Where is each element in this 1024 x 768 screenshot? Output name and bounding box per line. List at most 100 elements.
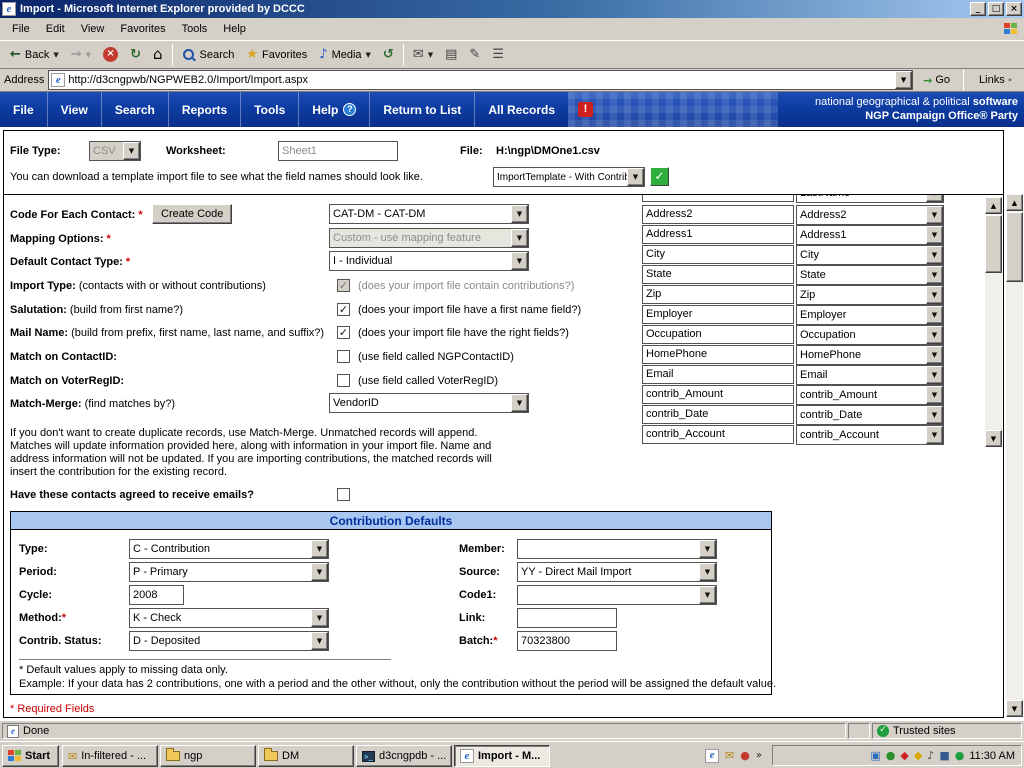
chevron-down-icon[interactable]: ▼ — [926, 286, 943, 304]
chevron-down-icon[interactable]: ▼ — [926, 346, 943, 364]
stop-button[interactable]: × — [97, 42, 124, 67]
chevron-down-icon[interactable]: ▼ — [926, 306, 943, 324]
taskbar-button-in-filtered[interactable]: ✉ In-filtered - ... — [62, 745, 158, 767]
chevron-down-icon[interactable]: ▼ — [926, 366, 943, 384]
scroll-up-icon[interactable]: ▲ — [985, 197, 1002, 214]
search-button[interactable]: Search — [176, 42, 241, 67]
taskbar-button-d3cngpdb[interactable]: >_ d3cngpdb - ... — [356, 745, 452, 767]
scrollbar-thumb[interactable] — [1006, 212, 1023, 282]
emails-checkbox[interactable] — [337, 488, 350, 501]
source-select[interactable]: YY - Direct Mail Import▼ — [517, 562, 717, 582]
chevron-down-icon[interactable]: ▼ — [926, 226, 943, 244]
security-icon[interactable]: ● — [955, 750, 965, 761]
mapping-source-field[interactable]: Zip — [642, 285, 794, 304]
cycle-input[interactable] — [129, 585, 184, 605]
chevron-down-icon[interactable]: ▼ — [627, 168, 644, 186]
worksheet-input[interactable] — [278, 141, 398, 161]
refresh-button[interactable]: ↻ — [124, 42, 147, 67]
network-icon[interactable]: ▣ — [870, 750, 880, 761]
mapping-target-select[interactable]: Email▼ — [796, 365, 944, 385]
chevron-down-icon[interactable]: ▼ — [366, 51, 371, 59]
mapping-source-field[interactable]: State — [642, 265, 794, 284]
chevron-down-icon[interactable]: ▼ — [926, 386, 943, 404]
edit-button[interactable]: ✎ — [463, 42, 486, 67]
chevron-down-icon[interactable]: ▼ — [699, 586, 716, 604]
chevron-down-icon[interactable]: ▼ — [86, 51, 91, 59]
back-button[interactable]: ← Back ▼ — [4, 42, 65, 67]
contrib-status-select[interactable]: D - Deposited▼ — [129, 631, 329, 651]
scroll-up-icon[interactable]: ▲ — [1006, 194, 1023, 211]
menu-favorites[interactable]: Favorites — [112, 21, 173, 37]
contact-type-select[interactable]: I - Individual▼ — [329, 251, 529, 271]
nav-search[interactable]: Search — [102, 92, 169, 127]
menu-help[interactable]: Help — [215, 21, 254, 37]
mapping-source-field[interactable]: contrib_Account — [642, 425, 794, 444]
voterregid-checkbox[interactable] — [337, 374, 350, 387]
contributions-checkbox[interactable]: ✓ — [337, 279, 350, 292]
favorites-button[interactable]: ★ Favorites — [240, 42, 313, 67]
red-status-icon[interactable]: ● — [740, 750, 750, 761]
start-button[interactable]: Start — [2, 745, 59, 767]
antivirus-icon[interactable]: ◆ — [900, 750, 908, 761]
mapping-target-select[interactable]: HomePhone▼ — [796, 345, 944, 365]
forward-button[interactable]: → ▼ — [65, 42, 97, 67]
nav-reports[interactable]: Reports — [169, 92, 241, 127]
menu-view[interactable]: View — [73, 21, 113, 37]
mapping-target-select[interactable]: LastName▼ — [796, 195, 944, 203]
mapping-source-field[interactable]: Occupation — [642, 325, 794, 344]
method-select[interactable]: K - Check▼ — [129, 608, 329, 628]
mapping-target-select[interactable]: contrib_Account▼ — [796, 425, 944, 445]
mapping-target-select[interactable]: State▼ — [796, 265, 944, 285]
chevron-down-icon[interactable]: ▼ — [926, 406, 943, 424]
chevron-down-icon[interactable]: ▼ — [511, 252, 528, 270]
mapping-target-select[interactable]: Address2▼ — [796, 205, 944, 225]
mapping-source-field[interactable]: City — [642, 245, 794, 264]
mapping-source-field[interactable]: Employer — [642, 305, 794, 324]
period-select[interactable]: P - Primary▼ — [129, 562, 329, 582]
minimize-button[interactable]: _ — [970, 2, 986, 16]
print-button[interactable]: ▤ — [439, 42, 463, 67]
go-button[interactable]: → Go — [917, 69, 956, 91]
chevron-down-icon[interactable]: ▼ — [511, 205, 528, 223]
chevron-down-icon[interactable]: ▼ — [311, 563, 328, 581]
nav-file[interactable]: File — [0, 92, 48, 127]
discuss-button[interactable]: ☰ — [486, 42, 510, 67]
nav-help[interactable]: Help ? — [299, 92, 370, 127]
chevron-down-icon[interactable]: ▼ — [311, 540, 328, 558]
mapping-target-select[interactable]: Occupation▼ — [796, 325, 944, 345]
address-input[interactable]: e http://d3cngpwb/NGPWEB2.0/Import/Impor… — [48, 70, 913, 90]
maximize-button[interactable]: □ — [988, 2, 1004, 16]
mapping-source-field[interactable]: contrib_Amount — [642, 385, 794, 404]
chevron-down-icon[interactable]: ▼ — [926, 426, 943, 444]
chevron-down-icon[interactable]: ▼ — [926, 266, 943, 284]
mail-button[interactable]: ✉ ▼ — [407, 42, 439, 67]
chevron-down-icon[interactable]: ▼ — [53, 51, 58, 59]
nav-view[interactable]: View — [48, 92, 102, 127]
mailname-checkbox[interactable]: ✓ — [337, 326, 350, 339]
taskbar-button-dm[interactable]: DM — [258, 745, 354, 767]
chevron-down-icon[interactable]: ▼ — [926, 326, 943, 344]
scroll-down-icon[interactable]: ▼ — [1006, 700, 1023, 717]
taskbar-button-import[interactable]: e Import - M... — [454, 745, 550, 767]
matchmerge-select[interactable]: VendorID▼ — [329, 393, 529, 413]
chevron-down-icon[interactable]: ▼ — [511, 229, 528, 247]
page-scrollbar[interactable]: ▲ ▼ — [1006, 194, 1023, 717]
chevron-down-icon[interactable]: ▼ — [926, 246, 943, 264]
import-template-select[interactable]: ImportTemplate - With Contributions▼ — [493, 167, 645, 187]
home-button[interactable]: ⌂ — [147, 42, 169, 67]
chevron-down-icon[interactable]: ▼ — [699, 563, 716, 581]
scrollbar-thumb[interactable] — [985, 215, 1002, 273]
chevron-down-icon[interactable]: ▼ — [428, 51, 433, 59]
menu-file[interactable]: File — [4, 21, 38, 37]
address-dropdown-icon[interactable]: ▼ — [895, 71, 912, 89]
member-select[interactable]: ▼ — [517, 539, 717, 559]
chevron-down-icon[interactable]: ▼ — [311, 632, 328, 650]
salutation-checkbox[interactable]: ✓ — [337, 303, 350, 316]
close-button[interactable]: × — [1006, 2, 1022, 16]
create-code-button[interactable]: Create Code — [152, 204, 232, 224]
taskbar-button-ngp[interactable]: ngp — [160, 745, 256, 767]
link-input[interactable] — [517, 608, 617, 628]
mapping-target-select[interactable]: Zip▼ — [796, 285, 944, 305]
mapping-options-select[interactable]: Custom - use mapping feature▼ — [329, 228, 529, 248]
scroll-down-icon[interactable]: ▼ — [985, 430, 1002, 447]
